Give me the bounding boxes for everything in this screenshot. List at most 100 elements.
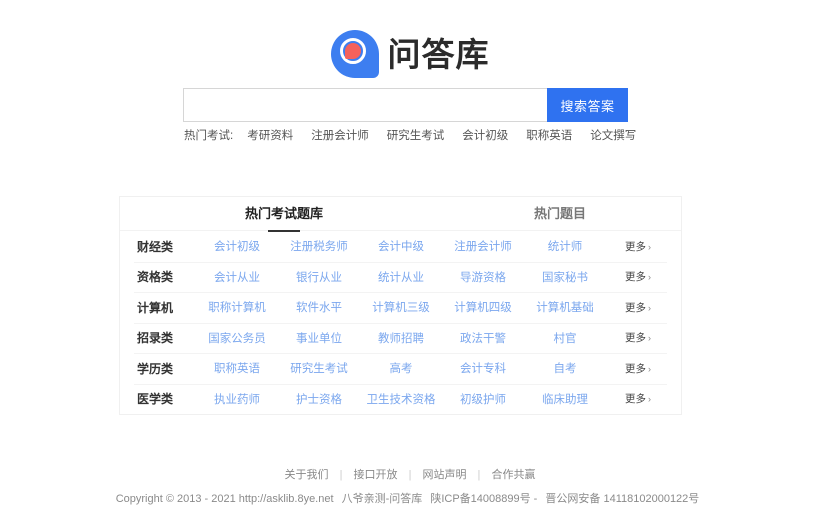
list-item[interactable]: 计算机基础 xyxy=(524,299,606,315)
list-item[interactable]: 注册税务师 xyxy=(278,238,360,254)
search-bar: 搜索答案 xyxy=(183,88,628,122)
tab-hot-questions[interactable]: 热门题目 xyxy=(500,203,620,224)
list-item[interactable]: 职称英语 xyxy=(196,360,278,376)
hot-exam-link-2[interactable]: 注册会计师 xyxy=(311,127,369,143)
footer-police-number: 晋公网安备 14118102000122号 xyxy=(545,493,700,505)
row-more-label: 更多 xyxy=(625,393,646,406)
row-category-label: 医学类 xyxy=(137,392,174,407)
list-item[interactable]: 教师招聘 xyxy=(360,330,442,346)
footer-site-name: 八爷亲测-问答库 xyxy=(341,493,423,505)
list-item[interactable]: 高考 xyxy=(360,360,442,376)
row-category-label: 计算机 xyxy=(137,300,174,315)
search-submit-button[interactable]: 搜索答案 xyxy=(547,88,628,122)
table-row: 学历类 职称英语 研究生考试 高考 会计专科 自考 更多 › xyxy=(120,353,681,384)
category-rows: 财经类 会计初级 注册税务师 会计中级 注册会计师 统计师 更多 › 资格类 会计… xyxy=(120,231,681,414)
hot-exam-link-3[interactable]: 研究生考试 xyxy=(387,127,445,143)
copyright-text: Copyright © 2013 - 2021 http://asklib.8y… xyxy=(115,493,334,505)
footer-link-bar: 关于我们 | 接口开放 | 网站声明 | 合作共赢 xyxy=(0,466,820,482)
footer-icp-number: 陕ICP备14008899号 - xyxy=(430,493,538,505)
hot-exam-links: 热门考试: 考研资料 注册会计师 研究生考试 会计初级 职称英语 论文撰写 xyxy=(184,127,636,143)
page-root: 问答库 搜索答案 热门考试: 考研资料 注册会计师 研究生考试 会计初级 职称英… xyxy=(0,0,820,526)
list-item[interactable]: 国家公务员 xyxy=(196,330,278,346)
list-item[interactable]: 执业药师 xyxy=(196,391,278,407)
hot-exam-link-6[interactable]: 论文撰写 xyxy=(590,127,636,143)
list-item[interactable]: 事业单位 xyxy=(278,330,360,346)
row-more-label: 更多 xyxy=(625,301,646,314)
table-row: 财经类 会计初级 注册税务师 会计中级 注册会计师 统计师 更多 › xyxy=(120,231,681,262)
list-item[interactable]: 统计从业 xyxy=(360,269,442,285)
row-category-label: 招录类 xyxy=(137,331,174,346)
row-more-link[interactable]: 更多 › xyxy=(621,300,681,315)
list-item[interactable]: 导游资格 xyxy=(442,269,524,285)
list-item[interactable]: 会计中级 xyxy=(360,238,442,254)
tab-hot-exam-bank[interactable]: 热门考试题库 xyxy=(224,203,344,224)
footer-link-api[interactable]: 接口开放 xyxy=(354,469,398,481)
row-category-label: 学历类 xyxy=(137,361,174,376)
search-input[interactable] xyxy=(183,88,547,122)
list-item[interactable]: 软件水平 xyxy=(278,299,360,315)
card-tab-bar: 热门考试题库 热门题目 xyxy=(120,197,681,231)
list-item[interactable]: 会计初级 xyxy=(196,238,278,254)
footer-link-cooperation[interactable]: 合作共赢 xyxy=(491,469,535,481)
table-row: 计算机 职称计算机 软件水平 计算机三级 计算机四级 计算机基础 更多 › xyxy=(120,292,681,323)
footer-separator: | xyxy=(477,469,481,481)
row-link-group: 职称英语 研究生考试 高考 会计专科 自考 xyxy=(196,360,621,376)
list-item[interactable]: 卫生技术资格 xyxy=(360,391,442,407)
row-link-group: 执业药师 护士资格 卫生技术资格 初级护师 临床助理 xyxy=(196,391,621,407)
chevron-right-icon: › xyxy=(648,394,651,405)
chevron-right-icon: › xyxy=(648,241,651,252)
footer-link-statement[interactable]: 网站声明 xyxy=(422,469,466,481)
row-more-link[interactable]: 更多 › xyxy=(621,239,681,254)
list-item[interactable]: 自考 xyxy=(524,360,606,376)
chevron-right-icon: › xyxy=(648,333,651,344)
row-more-link[interactable]: 更多 › xyxy=(621,361,681,376)
hot-exam-link-1[interactable]: 考研资料 xyxy=(247,127,293,143)
row-category-label: 财经类 xyxy=(137,239,174,254)
list-item[interactable]: 村官 xyxy=(524,330,606,346)
table-row: 医学类 执业药师 护士资格 卫生技术资格 初级护师 临床助理 更多 › xyxy=(120,383,681,415)
list-item[interactable]: 统计师 xyxy=(524,238,606,254)
row-more-link[interactable]: 更多 › xyxy=(621,269,681,284)
table-row: 招录类 国家公务员 事业单位 教师招聘 政法干警 村官 更多 › xyxy=(120,322,681,354)
list-item[interactable]: 初级护师 xyxy=(442,391,524,407)
logo-text: 问答库 xyxy=(387,35,490,73)
site-logo[interactable]: 问答库 xyxy=(0,30,820,78)
hot-exam-link-4[interactable]: 会计初级 xyxy=(462,127,508,143)
list-item[interactable]: 政法干警 xyxy=(442,330,524,346)
exam-category-card: 热门考试题库 热门题目 财经类 会计初级 注册税务师 会计中级 注册会计师 统计… xyxy=(119,196,682,415)
list-item[interactable]: 职称计算机 xyxy=(196,299,278,315)
list-item[interactable]: 会计从业 xyxy=(196,269,278,285)
hot-exam-label: 热门考试: xyxy=(184,130,234,142)
logo-dot-shape xyxy=(344,43,361,59)
list-item[interactable]: 护士资格 xyxy=(278,391,360,407)
row-link-group: 国家公务员 事业单位 教师招聘 政法干警 村官 xyxy=(196,330,621,346)
row-more-label: 更多 xyxy=(625,271,646,284)
list-item[interactable]: 临床助理 xyxy=(524,391,606,407)
list-item[interactable]: 计算机三级 xyxy=(360,299,442,315)
list-item[interactable]: 银行从业 xyxy=(278,269,360,285)
list-item[interactable]: 计算机四级 xyxy=(442,299,524,315)
row-more-label: 更多 xyxy=(625,332,646,345)
list-item[interactable]: 国家秘书 xyxy=(524,269,606,285)
list-item[interactable]: 会计专科 xyxy=(442,360,524,376)
hot-exam-link-5[interactable]: 职称英语 xyxy=(526,127,572,143)
speech-bubble-q-logo-icon xyxy=(330,30,379,78)
chevron-right-icon: › xyxy=(648,363,651,374)
list-item[interactable]: 研究生考试 xyxy=(278,360,360,376)
row-more-label: 更多 xyxy=(625,362,646,375)
row-more-label: 更多 xyxy=(625,240,646,253)
footer-separator: | xyxy=(408,469,412,481)
row-category-label: 资格类 xyxy=(137,270,174,285)
row-link-group: 会计初级 注册税务师 会计中级 注册会计师 统计师 xyxy=(196,238,621,254)
chevron-right-icon: › xyxy=(648,302,651,313)
table-row: 资格类 会计从业 银行从业 统计从业 导游资格 国家秘书 更多 › xyxy=(120,261,681,293)
row-link-group: 会计从业 银行从业 统计从业 导游资格 国家秘书 xyxy=(196,269,621,285)
row-link-group: 职称计算机 软件水平 计算机三级 计算机四级 计算机基础 xyxy=(196,299,621,315)
row-more-link[interactable]: 更多 › xyxy=(621,330,681,345)
list-item[interactable]: 注册会计师 xyxy=(442,238,524,254)
footer-separator: | xyxy=(339,469,343,481)
page-footer: 关于我们 | 接口开放 | 网站声明 | 合作共赢 Copyright © 20… xyxy=(0,466,820,506)
chevron-right-icon: › xyxy=(648,272,651,283)
footer-link-about[interactable]: 关于我们 xyxy=(285,469,329,481)
row-more-link[interactable]: 更多 › xyxy=(621,391,681,406)
